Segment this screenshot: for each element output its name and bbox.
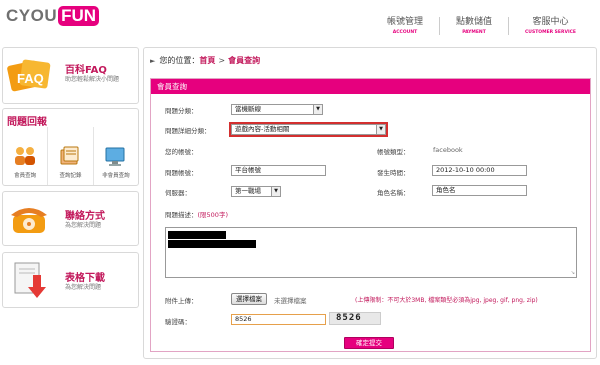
- server-label: 伺服器：: [165, 189, 191, 197]
- report-history[interactable]: 查詢記錄: [47, 127, 92, 185]
- account-type-value: facebook: [433, 146, 463, 154]
- role-label: 角色名稱：: [377, 189, 410, 197]
- breadcrumb-home-link[interactable]: 首頁: [199, 55, 215, 66]
- nav-customer-service[interactable]: 客服中心 CUSTOMER SERVICE: [508, 17, 592, 35]
- server-select-value: 第一戰場: [235, 187, 261, 195]
- sidebar-faq[interactable]: FAQ 百科FAQ 助您輕鬆解決小問題: [2, 47, 139, 104]
- category-label: 問題分類：: [165, 107, 198, 115]
- subcategory-select[interactable]: 遊戲內容-活動相關 ▼: [229, 122, 388, 137]
- breadcrumb-separator: >: [218, 56, 226, 65]
- breadcrumb: ► 您的位置： 首頁 > 會員查詢: [150, 55, 260, 66]
- report-member-query[interactable]: 會員查詢: [3, 127, 47, 185]
- redacted-text-block: [168, 231, 226, 239]
- report-history-label: 查詢記錄: [59, 173, 82, 179]
- nav-account-sublabel: ACCOUNT: [392, 30, 418, 35]
- records-icon: [60, 146, 79, 165]
- issue-account-input-value: 平台帳號: [235, 166, 261, 174]
- svg-text:FAQ: FAQ: [17, 71, 44, 86]
- download-subtitle: 為您解決問題: [65, 284, 102, 291]
- chevron-down-icon: ▼: [313, 105, 322, 114]
- sidebar-contact[interactable]: 聯絡方式 為您解決問題: [2, 191, 139, 246]
- time-input-value: 2012-10-10 00:00: [436, 166, 495, 174]
- breadcrumb-arrow-icon: ►: [150, 56, 156, 65]
- download-icon: [14, 262, 46, 298]
- account-type-label: 帳號類型：: [377, 148, 410, 156]
- site-logo[interactable]: CYOU FUN: [6, 6, 100, 26]
- subcategory-label: 問題詳細分類：: [165, 127, 211, 135]
- submit-button[interactable]: 確定提交: [344, 337, 394, 349]
- captcha-label: 驗證碼：: [165, 318, 191, 326]
- logo-text-left: CYOU: [6, 6, 58, 25]
- choose-file-button[interactable]: 選擇檔案: [231, 293, 267, 305]
- report-nonmember-query-label: 非會員查詢: [102, 173, 130, 179]
- report-nonmember-query[interactable]: 非會員查詢: [92, 127, 138, 185]
- member-query-form: 會員查詢 問題分類： 當機斷線 ▼ 問題詳細分類： 遊戲內容-活動相關 ▼ 您的…: [150, 78, 591, 352]
- faq-subtitle: 助您輕鬆解決小問題: [65, 76, 120, 83]
- account-label: 您的帳號：: [165, 148, 198, 156]
- breadcrumb-prefix: 您的位置：: [159, 56, 200, 65]
- server-select[interactable]: 第一戰場 ▼: [231, 186, 281, 197]
- members-icon: [15, 147, 36, 165]
- faq-icon: FAQ: [7, 59, 51, 92]
- nav-account-label: 帳號管理: [386, 17, 423, 27]
- chevron-down-icon: ▼: [271, 187, 280, 196]
- report-options: 會員查詢 查詢記錄 非會員查詢: [3, 127, 138, 185]
- attachment-label: 附件上傳：: [165, 297, 198, 305]
- description-limit: (限500字): [197, 211, 228, 219]
- main-content: ► 您的位置： 首頁 > 會員查詢 會員查詢 問題分類： 當機斷線 ▼ 問題詳細…: [143, 47, 597, 359]
- redacted-text-block: [168, 240, 256, 248]
- sidebar-report: 問題回報 會員查詢 查詢記錄 非會員查詢: [2, 108, 139, 186]
- telephone-icon: [11, 208, 47, 233]
- top-navigation: 帳號管理 ACCOUNT 點數儲值 PAYMENT 客服中心 CUSTOMER …: [371, 17, 592, 35]
- nav-payment-label: 點數儲值: [455, 17, 492, 27]
- captcha-image: 8526: [329, 312, 381, 325]
- description-textarea[interactable]: ↘: [165, 227, 577, 278]
- role-input[interactable]: 角色名: [432, 185, 527, 196]
- nav-customer-service-label: 客服中心: [532, 17, 569, 27]
- issue-account-input[interactable]: 平台帳號: [231, 165, 326, 176]
- upload-limit-note: (上傳限制：不可大於3MB, 檔案類型必須為jpg, jpeg, gif, pn…: [355, 297, 538, 304]
- description-label-text: 問題描述：: [165, 211, 198, 219]
- chevron-down-icon: ▼: [376, 125, 385, 134]
- time-input[interactable]: 2012-10-10 00:00: [432, 165, 527, 176]
- role-input-value: 角色名: [436, 186, 456, 194]
- issue-account-label: 問題帳號：: [165, 169, 198, 177]
- subcategory-select-value: 遊戲內容-活動相關: [235, 125, 290, 133]
- category-select[interactable]: 當機斷線 ▼: [231, 104, 323, 115]
- time-label: 發生時間：: [377, 169, 410, 177]
- nav-customer-service-sublabel: CUSTOMER SERVICE: [525, 30, 576, 35]
- logo-text-right: FUN: [58, 6, 100, 26]
- file-status: 未選擇檔案: [274, 297, 307, 305]
- captcha-input[interactable]: 8526: [231, 314, 326, 325]
- report-member-query-label: 會員查詢: [14, 173, 37, 179]
- description-label: 問題描述：(限500字): [165, 209, 228, 219]
- computer-icon: [105, 147, 125, 166]
- contact-subtitle: 為您解決問題: [65, 222, 102, 229]
- breadcrumb-current: 會員查詢: [228, 56, 261, 65]
- captcha-input-value: 8526: [235, 315, 252, 323]
- sidebar-download[interactable]: 表格下載 為您解決問題: [2, 252, 139, 308]
- nav-account[interactable]: 帳號管理 ACCOUNT: [371, 17, 439, 35]
- nav-payment-sublabel: PAYMENT: [462, 30, 486, 35]
- category-select-value: 當機斷線: [235, 105, 261, 113]
- report-title: 問題回報: [7, 117, 47, 128]
- resize-handle-icon[interactable]: ↘: [571, 270, 575, 276]
- form-header: 會員查詢: [151, 79, 590, 94]
- nav-payment[interactable]: 點數儲值 PAYMENT: [438, 17, 508, 35]
